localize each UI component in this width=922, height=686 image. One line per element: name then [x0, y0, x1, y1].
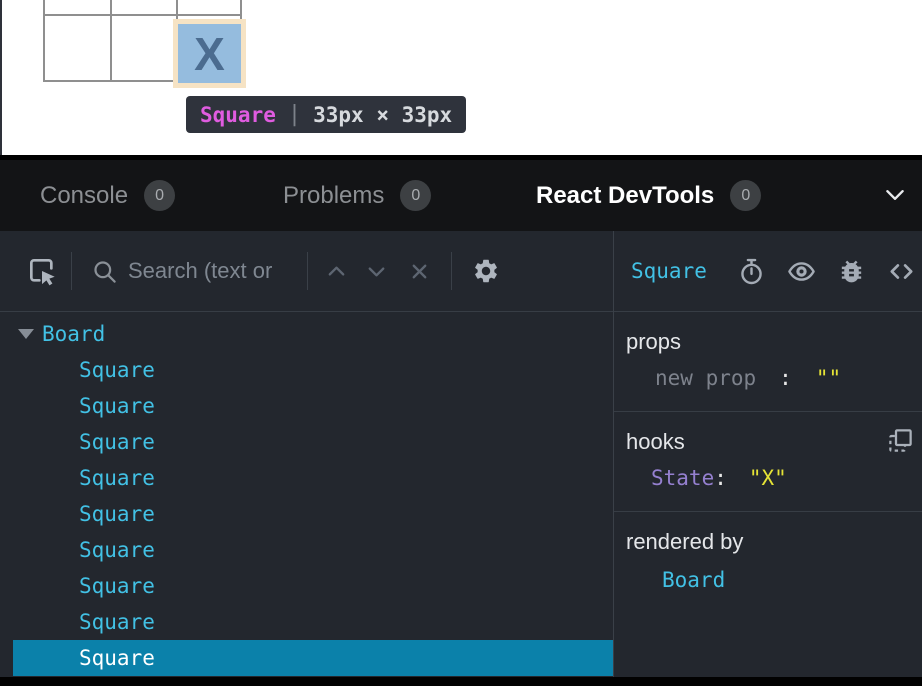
- react-devtools-panel: Board Square Square Square Square Square…: [0, 231, 922, 677]
- toolbar-divider: [451, 252, 452, 290]
- tab-badge: 0: [144, 180, 175, 211]
- inspect-highlight[interactable]: X: [173, 19, 246, 88]
- tooltip-component-name: Square: [200, 103, 276, 127]
- components-panel: Board Square Square Square Square Square…: [0, 231, 613, 677]
- props-section-title: props: [626, 329, 922, 355]
- tree-item-square[interactable]: Square: [13, 568, 613, 604]
- tab-label: Problems: [283, 182, 384, 210]
- component-name: Board: [42, 322, 105, 346]
- devtools-window: X Square | 33px × 33px Console 0 Problem…: [0, 0, 922, 686]
- search-icon: [91, 258, 118, 285]
- tab-label: Console: [40, 182, 128, 210]
- tooltip-dimensions: 33px × 33px: [313, 103, 452, 127]
- expand-arrow-icon[interactable]: [18, 329, 34, 339]
- tab-react-devtools[interactable]: React DevTools 0: [536, 160, 761, 231]
- settings-gear-icon[interactable]: [472, 257, 500, 285]
- hook-name: State: [651, 466, 714, 490]
- log-to-console-bug-icon[interactable]: [837, 257, 866, 286]
- hooks-section: hooks State : "X": [614, 412, 922, 512]
- clear-search-icon[interactable]: [408, 260, 431, 283]
- tree-item-square[interactable]: Square: [13, 604, 613, 640]
- bottom-border: [0, 677, 922, 686]
- tree-item-square[interactable]: Square: [13, 424, 613, 460]
- tooltip-separator: |: [288, 102, 301, 127]
- inspect-element-icon[interactable]: [26, 255, 58, 287]
- window-left-edge: [0, 0, 2, 155]
- tree-item-board[interactable]: Board: [0, 316, 613, 352]
- component-name: Square: [79, 358, 155, 382]
- square-cell-value: X: [194, 31, 225, 77]
- props-section: props new prop : "": [614, 312, 922, 412]
- tree-item-square[interactable]: Square: [13, 496, 613, 532]
- toolbar-divider: [307, 252, 308, 290]
- prop-colon: :: [779, 366, 792, 390]
- rendered-by-board-link[interactable]: Board: [626, 568, 725, 592]
- hook-row[interactable]: State : "X": [626, 466, 922, 490]
- details-toolbar: Square: [614, 231, 922, 312]
- suspend-timer-icon[interactable]: [737, 257, 766, 286]
- chevron-down-icon[interactable]: [882, 182, 908, 208]
- toolbar-divider: [71, 252, 72, 290]
- details-panel: Square: [614, 231, 922, 677]
- inspect-dom-eye-icon[interactable]: [787, 257, 816, 286]
- rendered-by-title: rendered by: [626, 529, 922, 555]
- components-toolbar: [0, 231, 613, 312]
- tab-console[interactable]: Console 0: [40, 160, 175, 231]
- devtools-tabbar: Console 0 Problems 0 React DevTools 0: [0, 155, 922, 231]
- tab-badge: 0: [400, 180, 431, 211]
- view-source-code-icon[interactable]: [887, 257, 916, 286]
- component-tree: Board Square Square Square Square Square…: [0, 312, 613, 677]
- component-name: Square: [79, 502, 155, 526]
- prop-value[interactable]: "": [816, 366, 841, 390]
- parse-hook-names-icon[interactable]: [887, 427, 914, 454]
- component-name: Square: [79, 610, 155, 634]
- component-name: Square: [79, 394, 155, 418]
- hooks-section-title: hooks: [626, 429, 922, 455]
- inspect-tooltip: Square | 33px × 33px: [186, 96, 466, 133]
- tree-item-square[interactable]: Square: [13, 352, 613, 388]
- grid-line: [110, 0, 112, 82]
- search-input[interactable]: [128, 258, 298, 284]
- grid-line: [43, 0, 45, 82]
- new-prop-input[interactable]: new prop: [655, 366, 756, 390]
- tab-badge: 0: [730, 180, 761, 211]
- grid-line: [43, 14, 242, 16]
- component-name: Square: [79, 574, 155, 598]
- tab-problems[interactable]: Problems 0: [283, 160, 431, 231]
- component-name: Square: [79, 538, 155, 562]
- highlighted-square-cell[interactable]: X: [178, 24, 241, 83]
- previous-result-icon[interactable]: [325, 260, 348, 283]
- selected-component-title: Square: [631, 259, 707, 283]
- hook-colon: :: [714, 466, 727, 490]
- tree-item-square-selected[interactable]: Square: [13, 640, 613, 676]
- prop-row[interactable]: new prop : "": [626, 366, 922, 390]
- rendered-by-section: rendered by Board: [614, 512, 922, 677]
- hook-value[interactable]: "X": [749, 466, 787, 490]
- component-name: Square: [79, 430, 155, 454]
- tree-item-square[interactable]: Square: [13, 460, 613, 496]
- component-name: Square: [79, 646, 155, 670]
- browser-viewport: X Square | 33px × 33px: [0, 0, 922, 155]
- next-result-icon[interactable]: [365, 260, 388, 283]
- tree-item-square[interactable]: Square: [13, 388, 613, 424]
- tree-item-square[interactable]: Square: [13, 532, 613, 568]
- tab-label: React DevTools: [536, 182, 714, 210]
- component-name: Square: [79, 466, 155, 490]
